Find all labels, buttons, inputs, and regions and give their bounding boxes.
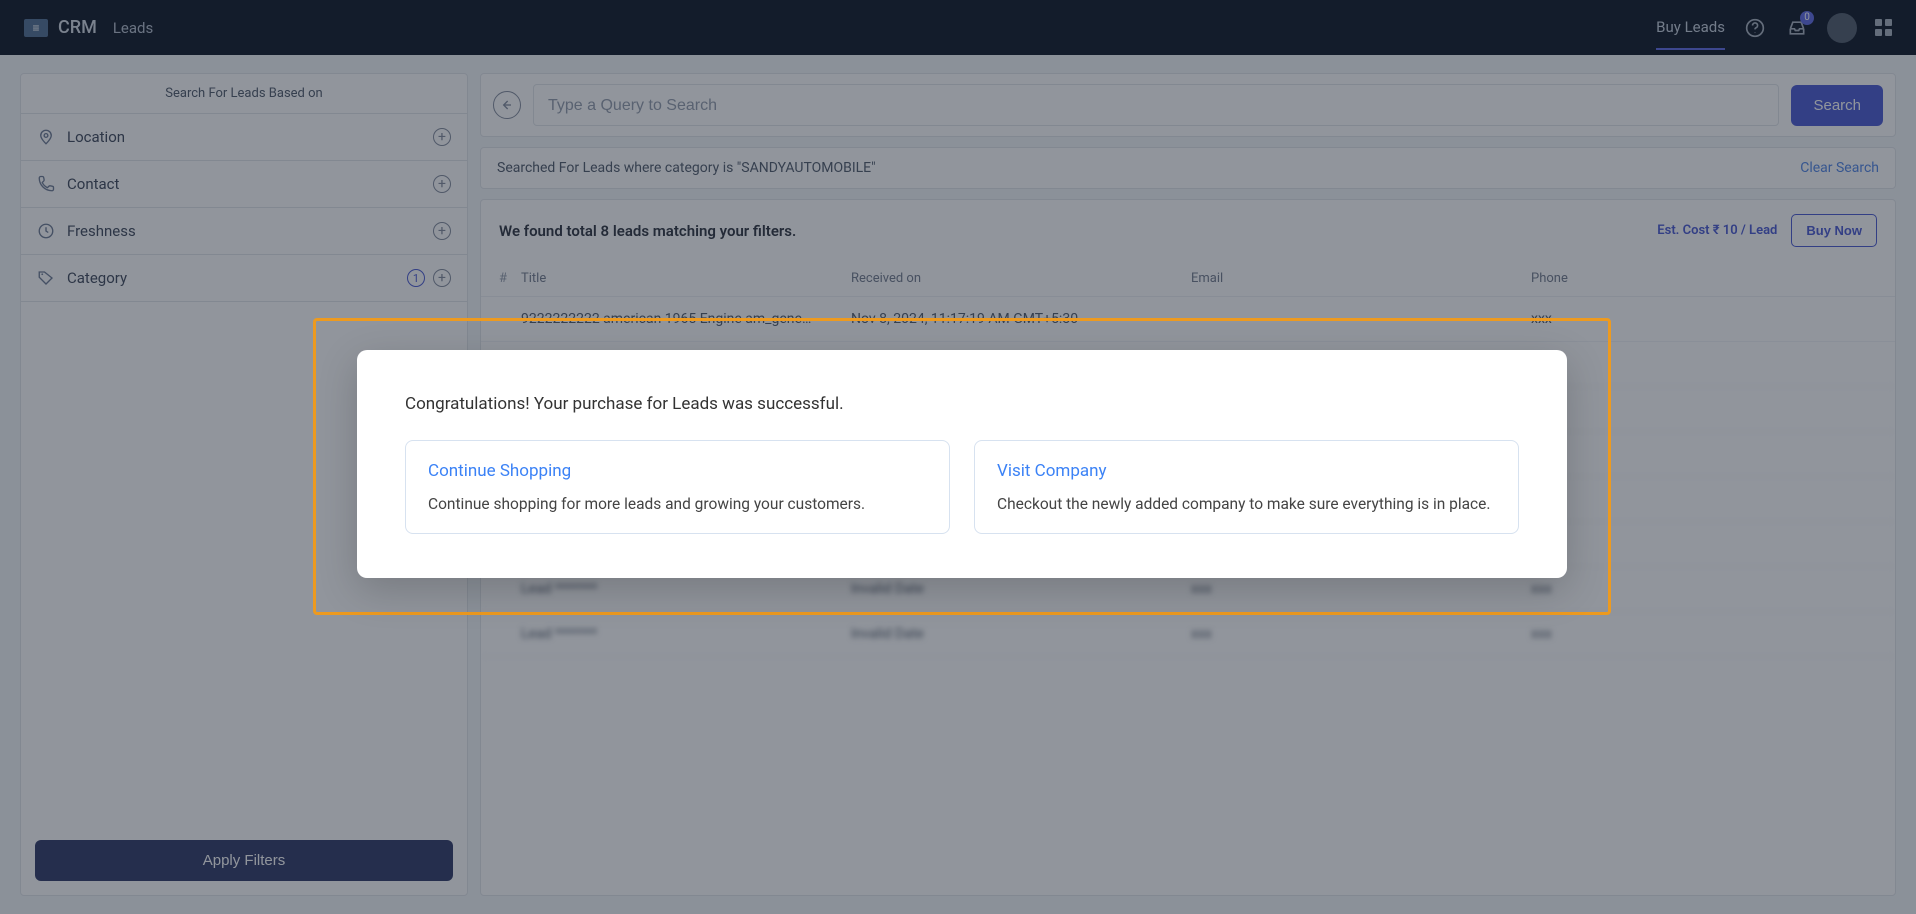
option-title: Continue Shopping — [428, 461, 927, 481]
continue-shopping-card[interactable]: Continue Shopping Continue shopping for … — [405, 440, 950, 534]
success-modal: Congratulations! Your purchase for Leads… — [357, 350, 1567, 578]
option-desc: Checkout the newly added company to make… — [997, 495, 1496, 513]
visit-company-card[interactable]: Visit Company Checkout the newly added c… — [974, 440, 1519, 534]
modal-message: Congratulations! Your purchase for Leads… — [405, 394, 1519, 414]
option-title: Visit Company — [997, 461, 1496, 481]
modal-options: Continue Shopping Continue shopping for … — [405, 440, 1519, 534]
option-desc: Continue shopping for more leads and gro… — [428, 495, 927, 513]
modal-overlay[interactable]: Congratulations! Your purchase for Leads… — [0, 0, 1916, 914]
